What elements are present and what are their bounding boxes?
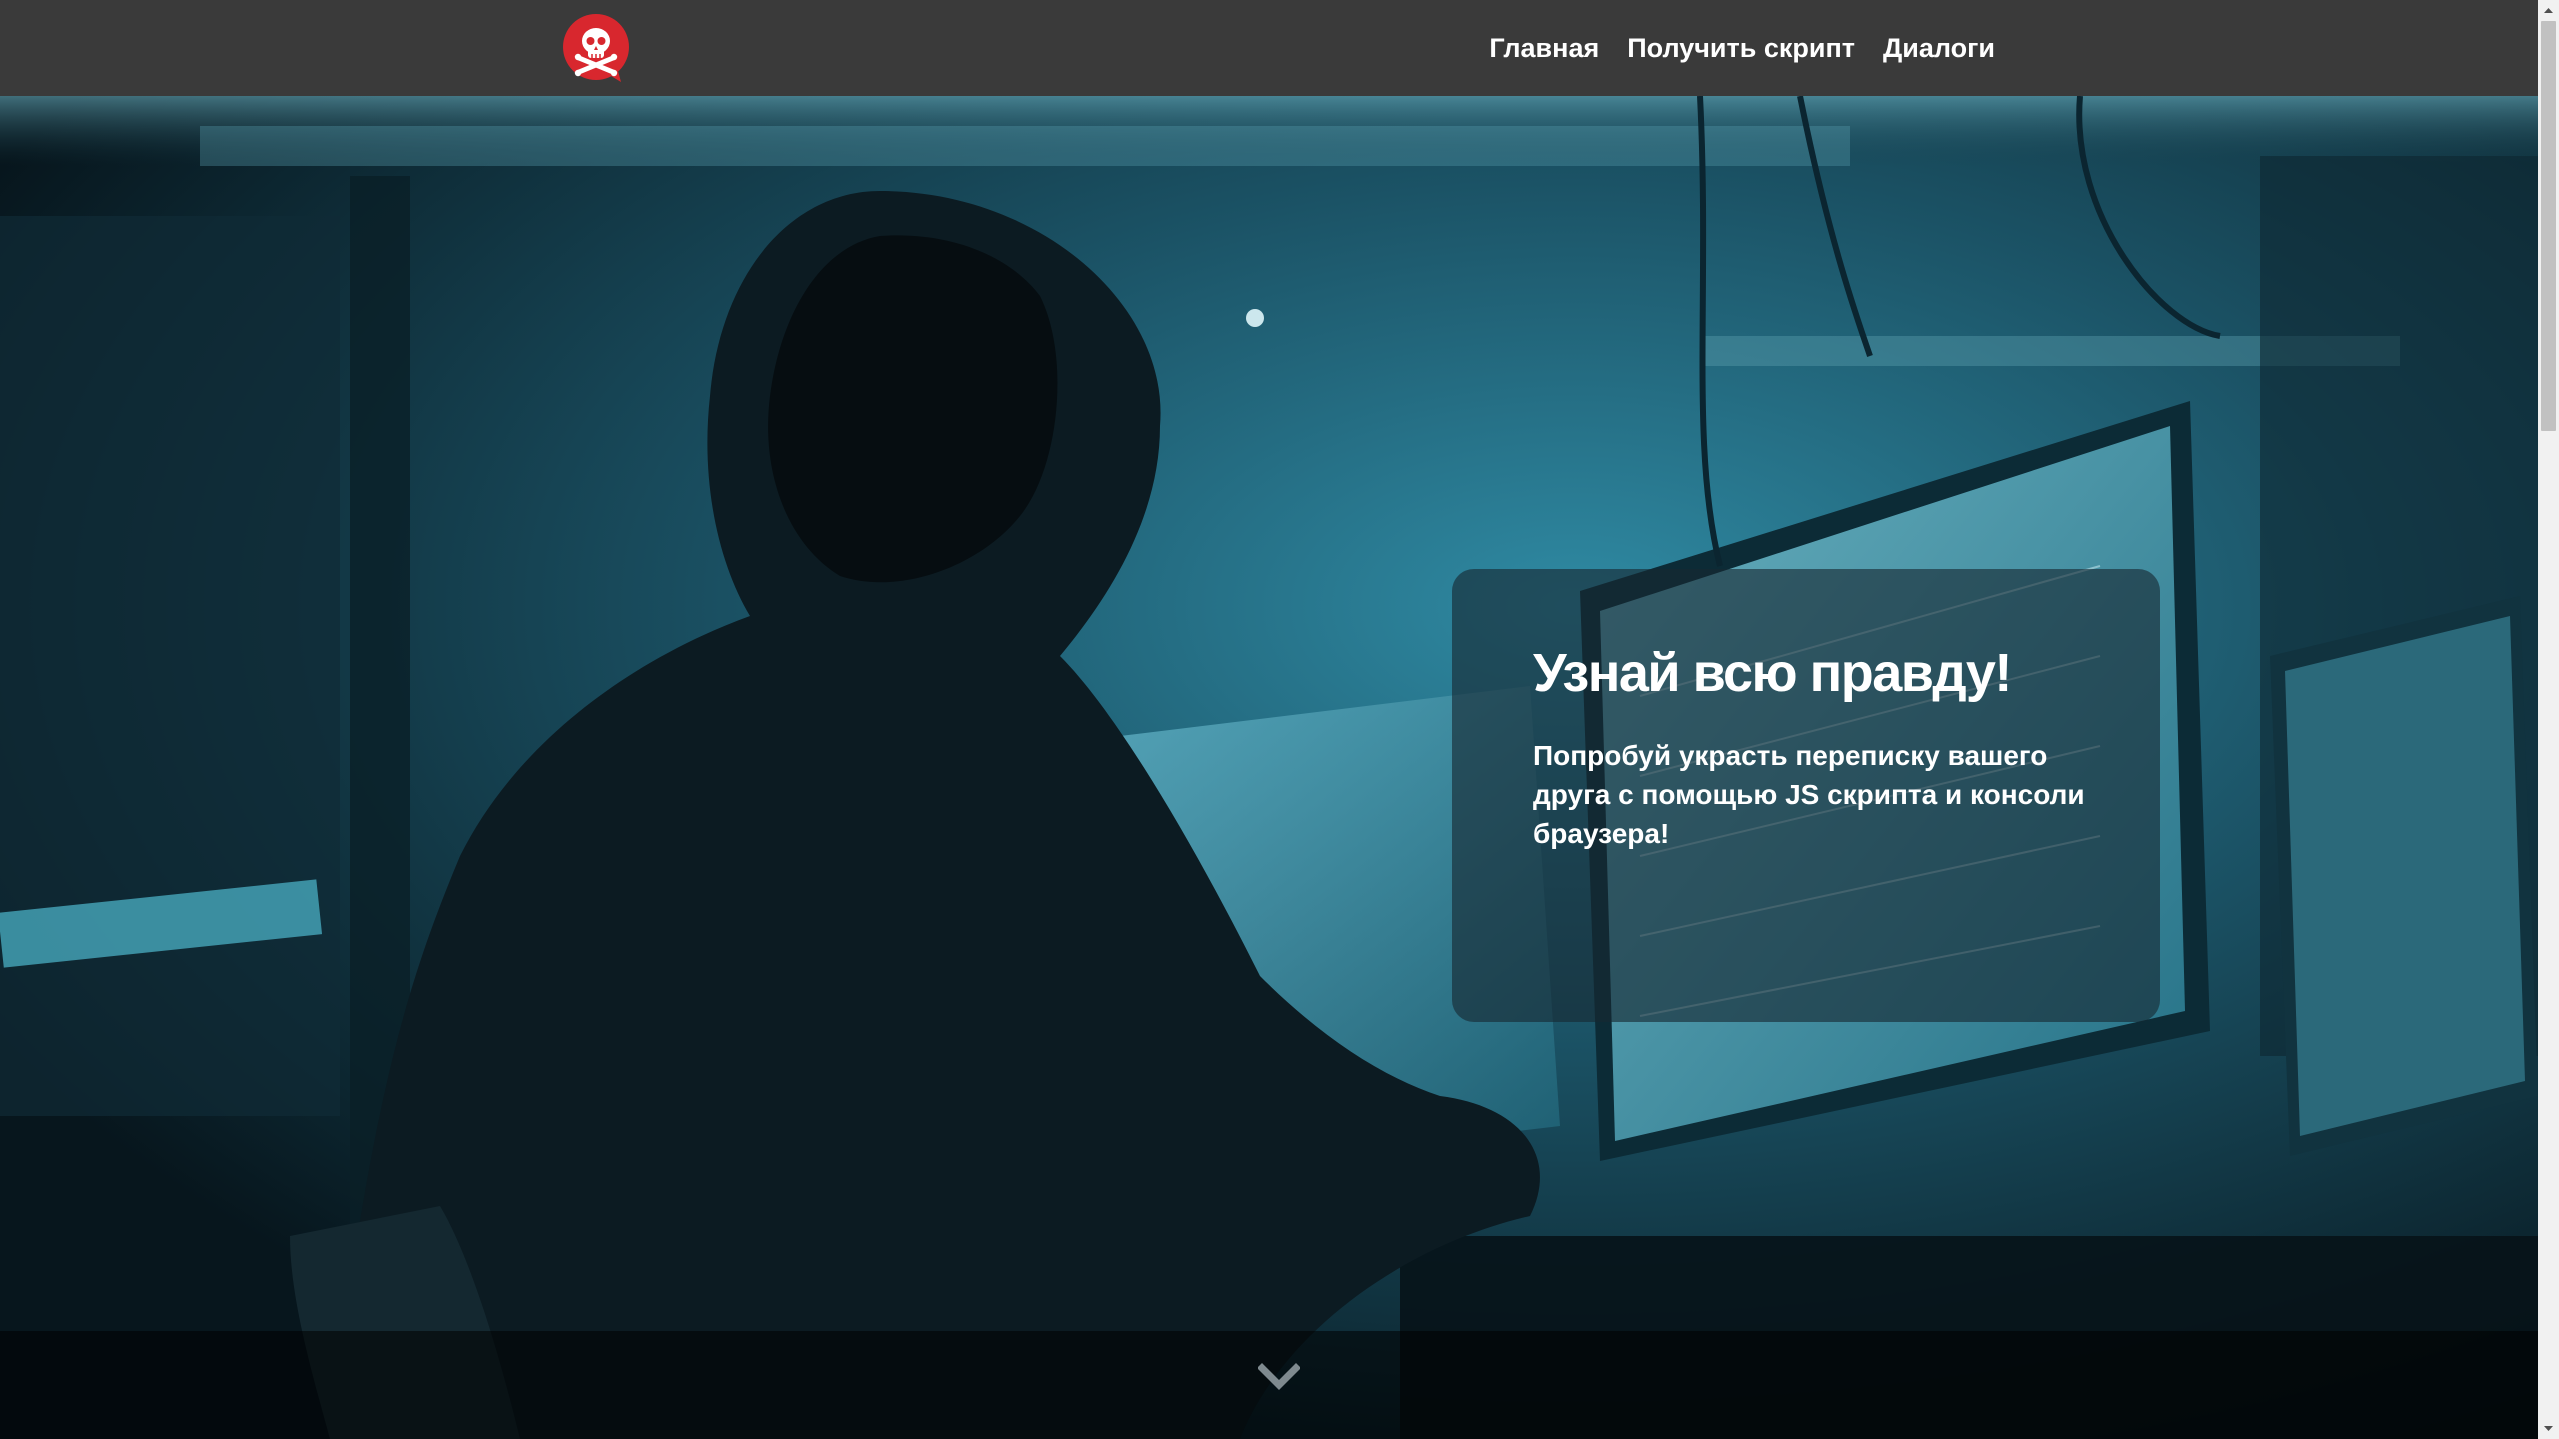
triangle-down-icon (2544, 1426, 2553, 1431)
hero-description: Попробуй украсть переписку вашего друга … (1533, 739, 2085, 849)
hero-card: Узнай всю правду! Попробуй украсть переп… (1452, 569, 2160, 1022)
logo[interactable] (563, 14, 633, 84)
hero-title: Узнай всю правду! (1533, 643, 2012, 703)
nav-link-get-script[interactable]: Получить скрипт (1627, 33, 1855, 64)
triangle-up-icon (2544, 8, 2553, 13)
navbar: Главная Получить скрипт Диалоги (0, 0, 2538, 96)
scroll-down-arrow[interactable] (2538, 1418, 2559, 1439)
main-nav: Главная Получить скрипт Диалоги (1489, 0, 1995, 96)
hero-section: Узнай всю правду! Попробуй украсть переп… (0, 96, 2538, 1439)
scroll-up-arrow[interactable] (2538, 0, 2559, 21)
skull-crossbones-icon (563, 14, 629, 82)
page: Главная Получить скрипт Диалоги Узнай вс… (0, 0, 2559, 1439)
vertical-scrollbar[interactable] (2538, 0, 2559, 1439)
scroll-down-button[interactable] (1257, 1362, 1301, 1392)
nav-link-dialogs[interactable]: Диалоги (1883, 33, 1995, 64)
scrollbar-thumb[interactable] (2541, 21, 2556, 431)
chevron-down-icon (1257, 1363, 1301, 1390)
nav-link-home[interactable]: Главная (1489, 33, 1599, 64)
